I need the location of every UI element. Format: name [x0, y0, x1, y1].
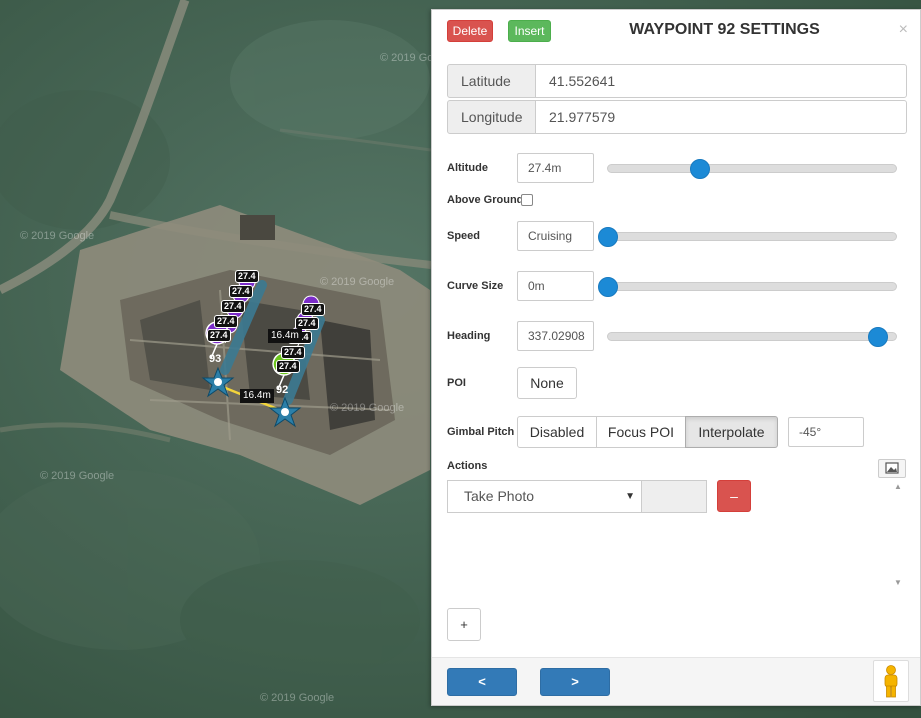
curve-size-label: Curve Size [447, 280, 504, 292]
caret-down-icon: ▼ [625, 491, 635, 502]
actions-label: Actions [447, 460, 488, 472]
remove-action-button[interactable]: – [717, 480, 751, 512]
above-ground-checkbox[interactable] [521, 194, 533, 206]
svg-text:93: 93 [209, 353, 221, 365]
actions-scrollbar[interactable]: ▲ ▼ [893, 480, 906, 587]
heading-input[interactable]: 337.02908 [517, 321, 594, 351]
waypoint-settings-panel: Delete Insert WAYPOINT 92 SETTINGS × Lat… [431, 9, 921, 706]
panel-footer: < > [432, 657, 920, 705]
altitude-tag: 27.4 [229, 285, 253, 298]
altitude-input[interactable]: 27.4m [517, 153, 594, 183]
longitude-row: Longitude 21.977579 [447, 100, 908, 134]
above-ground-label: Above Ground [447, 194, 524, 206]
altitude-tag: 27.4 [235, 270, 259, 283]
gimbal-option-interpolate[interactable]: Interpolate [685, 416, 778, 448]
next-waypoint-button[interactable]: > [540, 668, 610, 696]
curve-size-input[interactable]: 0m [517, 271, 594, 301]
altitude-tag: 27.4 [276, 360, 300, 373]
action-param-input[interactable] [641, 480, 707, 513]
heading-label: Heading [447, 330, 491, 342]
distance-label: 16.4m [240, 389, 274, 403]
altitude-label: Altitude [447, 162, 488, 174]
previous-waypoint-button[interactable]: < [447, 668, 517, 696]
map-watermark: © 2019 Google [320, 276, 395, 288]
latitude-label: Latitude [447, 64, 536, 98]
action-type-value: Take Photo [464, 488, 535, 504]
longitude-label: Longitude [447, 100, 536, 134]
actions-list: Take Photo ▼ – [447, 480, 893, 587]
altitude-tag: 27.4 [221, 300, 245, 313]
map-watermark: © 2019 Google [260, 692, 335, 704]
latitude-row: Latitude 41.552641 [447, 64, 908, 98]
speed-label: Speed [447, 230, 481, 242]
speed-slider[interactable] [598, 227, 897, 247]
longitude-input[interactable]: 21.977579 [535, 100, 907, 134]
action-type-select[interactable]: Take Photo ▼ [447, 480, 642, 513]
altitude-tag: 27.4 [281, 346, 305, 359]
speed-slider-thumb[interactable] [598, 227, 618, 247]
close-icon[interactable]: × [899, 22, 908, 38]
svg-text:92: 92 [276, 384, 288, 396]
scroll-down-icon[interactable]: ▼ [894, 578, 902, 587]
add-action-button[interactable]: + [447, 608, 481, 641]
altitude-slider[interactable] [607, 159, 897, 179]
poi-select-button[interactable]: None [517, 367, 577, 399]
speed-input[interactable]: Cruising [517, 221, 594, 251]
gimbal-option-disabled[interactable]: Disabled [517, 416, 597, 448]
map-watermark: © 2019 Google [330, 402, 405, 414]
pegman-icon[interactable] [873, 660, 909, 702]
distance-label: 16.4m [268, 329, 302, 343]
altitude-tag: 27.4 [301, 303, 325, 316]
scroll-up-icon[interactable]: ▲ [894, 482, 902, 491]
map-watermark: © 2019 Google [20, 230, 95, 242]
gimbal-pitch-input[interactable]: -45° [788, 417, 864, 447]
latitude-input[interactable]: 41.552641 [535, 64, 907, 98]
image-icon[interactable] [878, 459, 906, 478]
altitude-tag: 27.4 [207, 329, 231, 342]
heading-slider-thumb[interactable] [867, 327, 888, 347]
panel-title: WAYPOINT 92 SETTINGS [629, 21, 820, 38]
map-watermark: © 2019 Google [40, 470, 115, 482]
curve-size-slider[interactable] [598, 277, 897, 297]
curve-size-slider-thumb[interactable] [598, 277, 618, 297]
heading-slider[interactable] [607, 327, 897, 347]
gimbal-pitch-label: Gimbal Pitch [447, 426, 515, 438]
insert-button[interactable]: Insert [508, 20, 551, 42]
altitude-tag: 27.4 [214, 315, 238, 328]
delete-button[interactable]: Delete [447, 20, 493, 42]
poi-label: POI [447, 377, 466, 389]
altitude-slider-thumb[interactable] [690, 159, 711, 179]
gimbal-option-focus-poi[interactable]: Focus POI [596, 416, 686, 448]
